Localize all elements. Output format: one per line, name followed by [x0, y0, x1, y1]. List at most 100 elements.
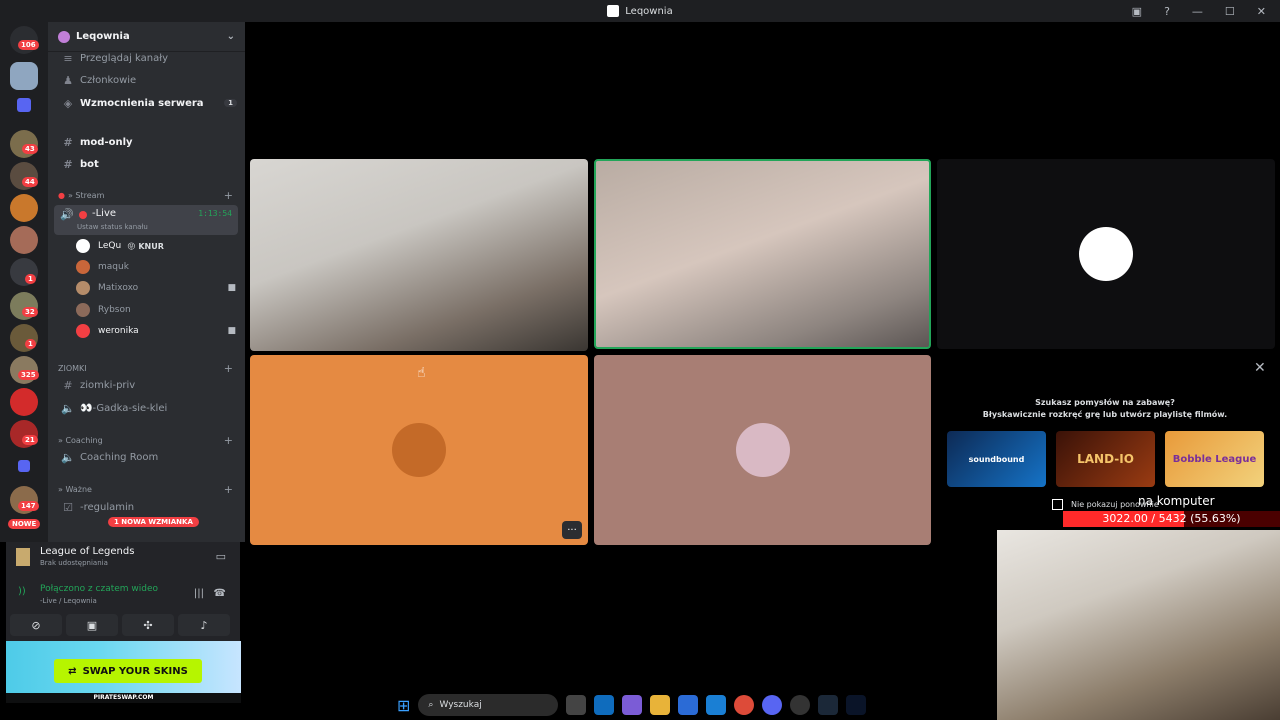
server-boosts-item[interactable]: ◈ Wzmocnienia serwera 1	[48, 93, 245, 113]
server-icon[interactable]	[10, 194, 38, 222]
close-icon[interactable]: ✕	[1254, 360, 1266, 376]
task-view-icon[interactable]	[566, 695, 587, 715]
activities-button[interactable]: ✣	[122, 614, 174, 636]
mouse-cursor-icon: ☝	[417, 365, 426, 381]
screen-share-button[interactable]: ▣	[66, 614, 118, 636]
maximize-button[interactable]: ☐	[1225, 5, 1235, 18]
steam-icon[interactable]	[818, 695, 839, 715]
activity-line1: Szukasz pomysłów na zabawę?	[1035, 398, 1175, 407]
ad-banner[interactable]: ⇄ SWAP YOUR SKINS PIRATESWAP.COM	[6, 641, 241, 703]
call-controls: ⊘ ▣ ✣ ♪	[10, 614, 230, 636]
file-explorer-icon[interactable]	[650, 695, 671, 715]
category-ziomki[interactable]: ZIOMKI +	[48, 362, 245, 375]
search-icon: ⌕	[428, 700, 434, 710]
camera-off-button[interactable]: ⊘	[10, 614, 62, 636]
game-card[interactable]: LAND-IO	[1056, 431, 1155, 487]
overlay-label: na komputer	[1138, 494, 1215, 508]
server-rail: 106 43 44 1 32 1 325 21 147 NOWE	[0, 22, 48, 542]
inbox-icon[interactable]: ▣	[1132, 5, 1142, 18]
chrome-icon[interactable]	[734, 695, 755, 715]
video-tile[interactable]: ···	[250, 355, 588, 545]
new-mention-pill[interactable]: 1 NOWA WZMIANKA	[108, 517, 199, 527]
windows-start-icon[interactable]: ⊞	[397, 696, 410, 715]
soundboard-button[interactable]: ♪	[178, 614, 230, 636]
game-card[interactable]: soundbound	[947, 431, 1046, 487]
signal-icon[interactable]: ))	[18, 586, 26, 597]
game-card[interactable]: Bobble League	[1165, 431, 1264, 487]
browse-channels-label: Przeglądaj kanały	[80, 52, 169, 64]
discord-icon[interactable]	[762, 695, 783, 715]
category-coaching[interactable]: » Coaching +	[48, 434, 245, 447]
share-screen-icon[interactable]: ▭	[216, 550, 226, 563]
folder-icon[interactable]	[17, 98, 31, 112]
taskbar-search[interactable]: ⌕ Wyszukaj	[418, 694, 559, 716]
obs-icon[interactable]	[790, 695, 811, 715]
app-icon[interactable]	[706, 695, 727, 715]
user-name: LeQu	[98, 241, 122, 251]
category-stream[interactable]: ● » Stream +	[48, 189, 245, 202]
speaker-icon: 🔊	[60, 208, 74, 221]
add-channel-icon[interactable]: +	[224, 189, 233, 202]
outlook-icon[interactable]	[594, 695, 615, 715]
user-name: maquk	[98, 262, 129, 272]
activity-line2: Błyskawicznie rozkręć grę lub utwórz pla…	[982, 410, 1228, 419]
avatar	[392, 423, 446, 477]
server-icon[interactable]	[10, 62, 38, 90]
video-tile[interactable]	[250, 159, 588, 351]
category-label: » Coaching	[58, 436, 103, 445]
channel-regulamin[interactable]: ☑ -regulamin	[48, 497, 245, 517]
voice-user[interactable]: Rybson	[76, 301, 236, 319]
live-dot-icon: ●	[58, 191, 65, 200]
game-title: Bobble League	[1172, 453, 1257, 465]
hash-icon: #	[63, 378, 73, 392]
voice-user[interactable]: Matixoxo ■	[76, 279, 236, 297]
ad-cta-button[interactable]: ⇄ SWAP YOUR SKINS	[54, 659, 202, 683]
channel-name: mod-only	[80, 136, 133, 148]
members-item[interactable]: ♟ Członkowie	[48, 70, 245, 90]
server-badge: 1	[25, 339, 36, 349]
set-channel-status[interactable]: Ustaw status kanału	[77, 223, 148, 231]
channel-mod-only[interactable]: # mod-only	[48, 132, 245, 152]
boosts-count-badge: 1	[224, 99, 237, 107]
connection-channel[interactable]: -Live / Leqownia	[40, 597, 97, 605]
more-options-button[interactable]: ···	[562, 521, 582, 539]
help-icon[interactable]: ?	[1164, 5, 1170, 18]
boost-icon: ◈	[63, 96, 73, 110]
server-icon[interactable]	[10, 226, 38, 254]
channel-ziomki-priv[interactable]: # ziomki-priv	[48, 375, 245, 395]
members-icon: ♟	[63, 73, 73, 87]
voice-user[interactable]: maquk	[76, 258, 236, 276]
browse-channels-item[interactable]: ≡ Przeglądaj kanały	[48, 48, 245, 68]
new-unreads-pill[interactable]: NOWE	[8, 519, 41, 529]
category-wazne[interactable]: » Ważne +	[48, 483, 245, 496]
dont-show-checkbox[interactable]	[1052, 499, 1063, 510]
copilot-icon[interactable]	[622, 695, 643, 715]
title-bar: Leqownia ▣ ? — ☐ ✕	[0, 0, 1280, 22]
close-button[interactable]: ✕	[1257, 5, 1266, 18]
disconnect-icon[interactable]: ☎	[214, 588, 226, 599]
video-tile[interactable]	[594, 355, 931, 545]
voice-user[interactable]: weronika ■	[76, 322, 236, 340]
avatar	[1079, 227, 1133, 281]
video-tile[interactable]	[937, 159, 1275, 349]
channel-bot[interactable]: # bot	[48, 154, 245, 174]
minimize-button[interactable]: —	[1192, 5, 1203, 18]
add-channel-icon[interactable]: +	[224, 483, 233, 496]
voice-channel-gadka[interactable]: 🔈 👀-Gadka-sie-klei	[48, 398, 245, 418]
voice-user[interactable]: LeQu 😝 KNUR	[76, 237, 236, 255]
avatar	[76, 324, 90, 338]
add-channel-icon[interactable]: +	[224, 362, 233, 375]
noise-suppression-icon[interactable]: |||	[194, 588, 204, 599]
video-tile-speaking[interactable]	[594, 159, 931, 349]
channel-name: -regulamin	[80, 501, 135, 513]
add-channel-icon[interactable]: +	[224, 434, 233, 447]
user-status: 😝 KNUR	[127, 241, 164, 251]
voice-channel-live[interactable]: 🔊 -Live 1:13:54 Ustaw status kanału	[54, 205, 238, 235]
pokeball-server-icon[interactable]	[10, 388, 38, 416]
connection-status: Połączono z czatem wideo	[40, 584, 159, 594]
camera-icon: ■	[227, 326, 236, 336]
store-icon[interactable]	[678, 695, 699, 715]
voice-channel-coaching[interactable]: 🔈 Coaching Room	[48, 447, 245, 467]
folder-icon[interactable]	[18, 460, 30, 472]
league-client-icon[interactable]	[846, 695, 867, 715]
